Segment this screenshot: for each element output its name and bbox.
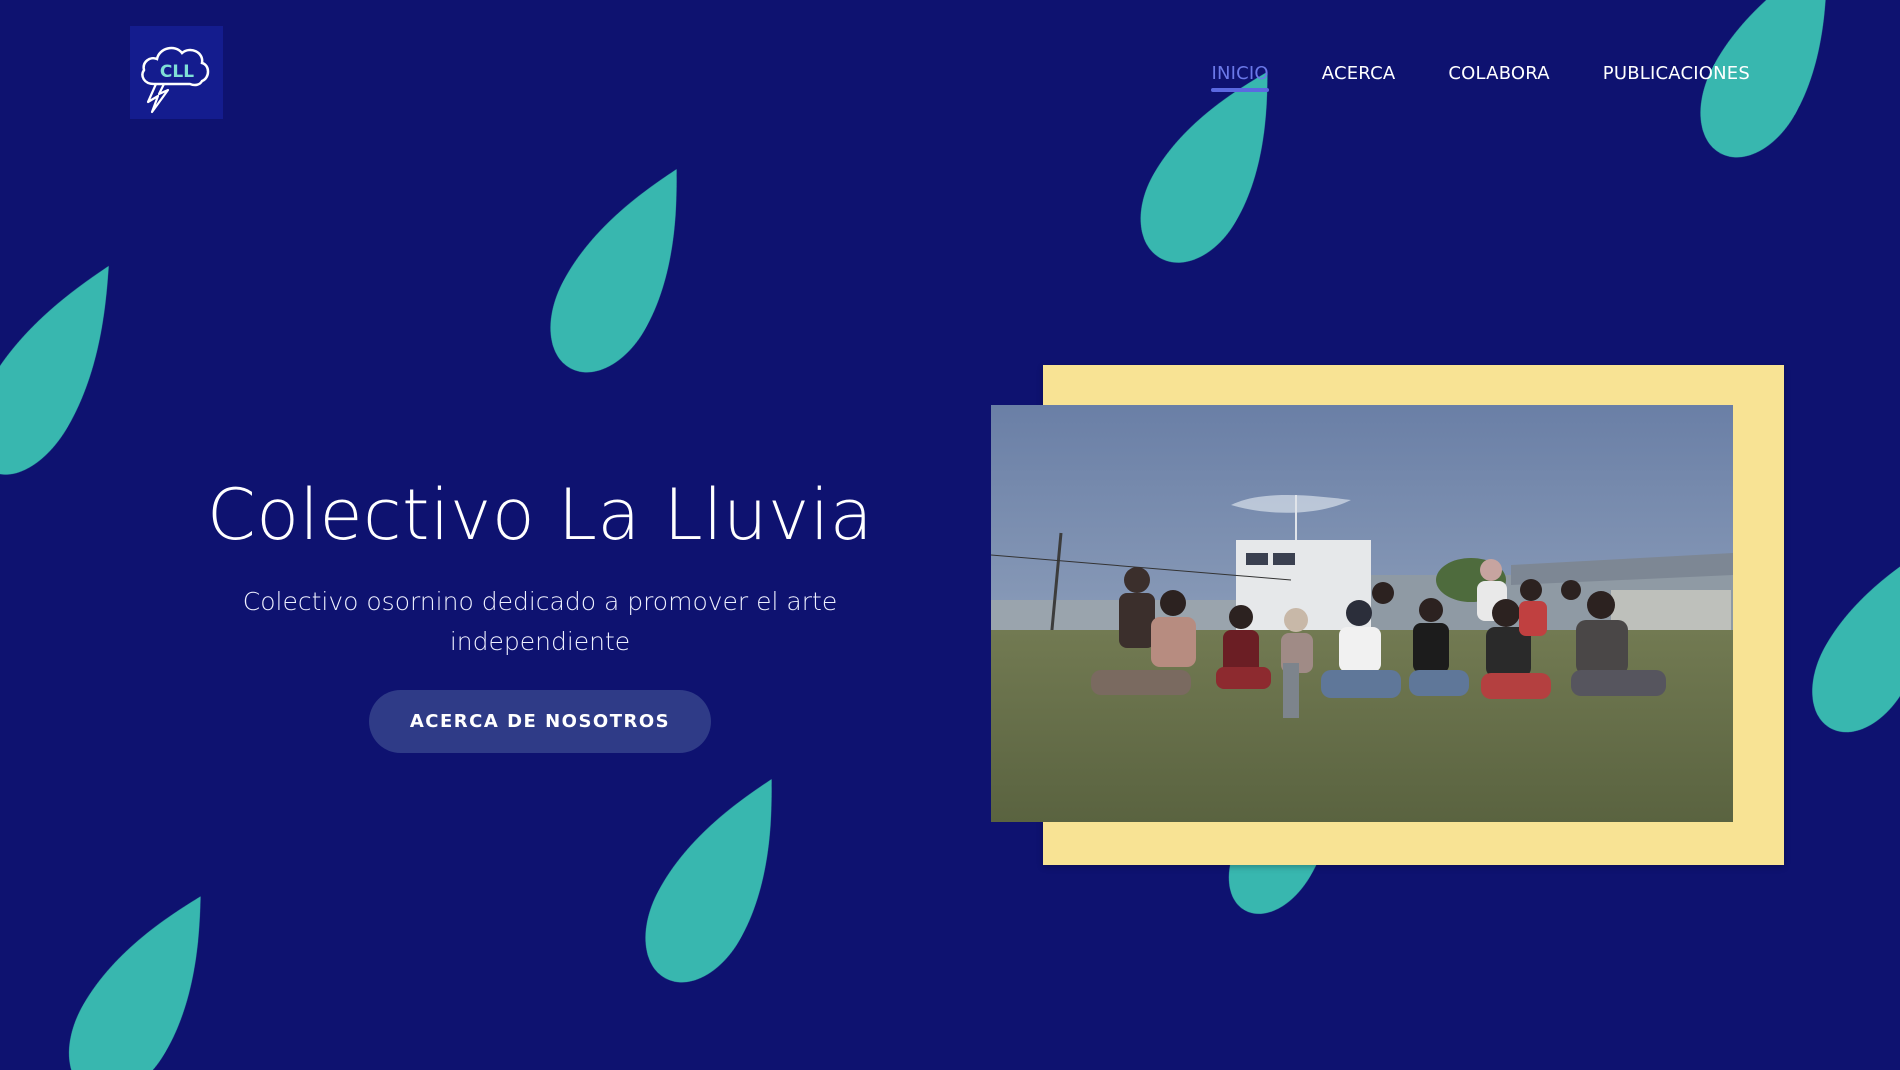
nav-item-publicaciones[interactable]: PUBLICACIONES xyxy=(1603,62,1750,86)
hero-subtitle: Colectivo osornino dedicado a promover e… xyxy=(242,587,838,656)
group-photo-illustration xyxy=(991,405,1733,822)
raindrop-shape xyxy=(528,146,719,391)
main-nav: INICIO ACERCA COLABORA PUBLICACIONES xyxy=(1195,62,1750,92)
hero-title: Colectivo La Lluvia xyxy=(206,474,874,556)
logo-text: CLL xyxy=(160,62,194,82)
nav-item-acerca[interactable]: ACERCA xyxy=(1322,62,1396,86)
nav-item-inicio[interactable]: INICIO xyxy=(1211,62,1270,92)
raindrop-shape xyxy=(1678,0,1869,176)
cloud-lightning-icon: CLL xyxy=(141,46,210,114)
raindrop-shape xyxy=(623,756,814,1001)
group-photo xyxy=(991,405,1733,822)
site-logo[interactable]: CLL xyxy=(130,26,223,119)
raindrop-shape xyxy=(0,243,148,494)
raindrop-shape xyxy=(1791,519,1900,751)
raindrop-shape xyxy=(46,872,242,1070)
hero-section: Colectivo La Lluvia Colectivo osornino d… xyxy=(160,470,920,753)
nav-item-colabora[interactable]: COLABORA xyxy=(1448,62,1549,86)
about-us-button[interactable]: ACERCA DE NOSOTROS xyxy=(368,690,712,753)
